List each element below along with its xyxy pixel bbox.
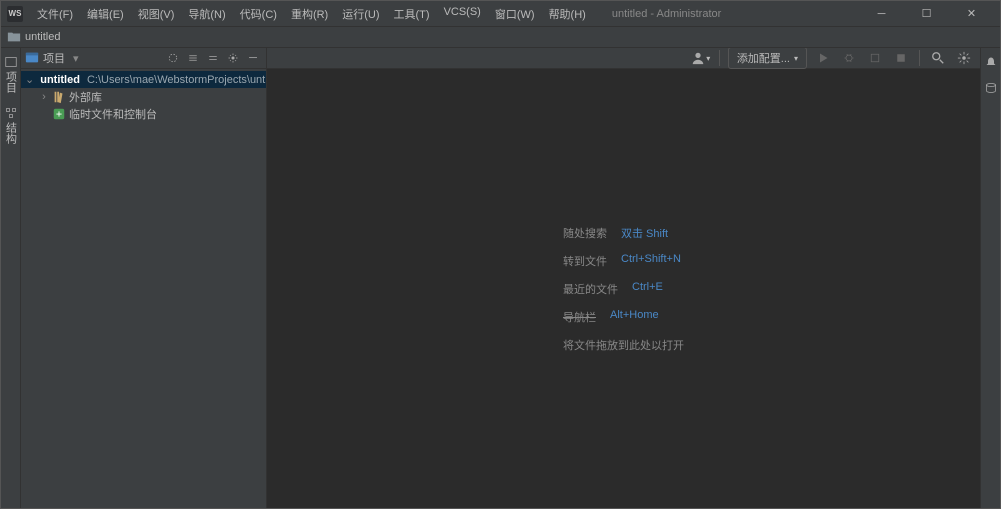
expand-all-button[interactable] xyxy=(184,49,202,67)
tree-root-label: untitled xyxy=(40,74,80,86)
breadcrumb-bar: untitled xyxy=(1,27,1000,48)
tree-node-label: 临时文件和控制台 xyxy=(69,106,157,122)
scratches-icon xyxy=(52,107,66,121)
project-panel: 项目 ▾ ─ ⌄ untitled C:\Users\mae\WebstormP… xyxy=(21,48,267,508)
run-config-selector[interactable]: 添加配置...▾ xyxy=(728,48,807,69)
hint-shortcut: Ctrl+Shift+N xyxy=(621,253,681,269)
select-opened-file-button[interactable] xyxy=(164,49,182,67)
gutter-tab-structure[interactable]: 结构 xyxy=(1,103,21,148)
search-everywhere-button[interactable] xyxy=(928,48,948,68)
toolbar-divider xyxy=(919,50,920,66)
tree-root-path: C:\Users\mae\WebstormProjects\untitled xyxy=(87,74,266,86)
toolbar-divider xyxy=(719,50,720,66)
folder-icon xyxy=(7,30,21,44)
menu-file[interactable]: 文件(F) xyxy=(31,3,79,25)
hint-goto-file: 转到文件 Ctrl+Shift+N xyxy=(563,253,684,269)
stop-button[interactable] xyxy=(891,48,911,68)
gutter-tab-database[interactable] xyxy=(983,78,999,98)
close-button[interactable]: ✕ xyxy=(949,1,994,27)
gutter-tab-project[interactable]: 项目 xyxy=(1,52,21,97)
maximize-button[interactable]: ☐ xyxy=(904,1,949,27)
hint-shortcut: Alt+Home xyxy=(610,309,659,325)
run-button[interactable] xyxy=(813,48,833,68)
menu-edit[interactable]: 编辑(E) xyxy=(81,3,130,25)
menu-run[interactable]: 运行(U) xyxy=(336,3,385,25)
left-tool-gutter: 项目 结构 xyxy=(1,48,21,508)
hint-recent-files: 最近的文件 Ctrl+E xyxy=(563,281,684,297)
library-icon xyxy=(52,90,66,104)
main-menu: 文件(F) 编辑(E) 视图(V) 导航(N) 代码(C) 重构(R) 运行(U… xyxy=(31,3,592,25)
app-logo: WS xyxy=(7,6,23,22)
hint-label: 最近的文件 xyxy=(563,281,618,297)
project-icon xyxy=(5,56,17,68)
menu-tools[interactable]: 工具(T) xyxy=(388,3,436,25)
menu-refactor[interactable]: 重构(R) xyxy=(285,3,334,25)
notifications-button[interactable] xyxy=(981,52,1001,72)
editor-area[interactable]: 随处搜索 双击 Shift 转到文件 Ctrl+Shift+N 最近的文件 Ct… xyxy=(267,69,980,508)
minimize-button[interactable]: ─ xyxy=(859,1,904,27)
tree-scratches[interactable]: 临时文件和控制台 xyxy=(21,105,266,122)
hint-navbar: 导航栏 Alt+Home xyxy=(563,309,684,325)
hint-drop-files: 将文件拖放到此处以打开 xyxy=(563,337,684,353)
hint-label: 导航栏 xyxy=(563,309,596,325)
hint-search-everywhere: 随处搜索 双击 Shift xyxy=(563,225,684,241)
chevron-right-icon[interactable]: › xyxy=(39,91,49,103)
title-bar: WS 文件(F) 编辑(E) 视图(V) 导航(N) 代码(C) 重构(R) 运… xyxy=(1,1,1000,27)
menu-code[interactable]: 代码(C) xyxy=(234,3,283,25)
run-with-coverage-button[interactable] xyxy=(865,48,885,68)
breadcrumb-project[interactable]: untitled xyxy=(25,31,60,43)
chevron-down-icon[interactable]: ⌄ xyxy=(25,73,34,86)
collapse-all-button[interactable] xyxy=(204,49,222,67)
menu-help[interactable]: 帮助(H) xyxy=(543,3,592,25)
project-tree[interactable]: ⌄ untitled C:\Users\mae\WebstormProjects… xyxy=(21,69,266,508)
hint-label: 转到文件 xyxy=(563,253,607,269)
debug-button[interactable] xyxy=(839,48,859,68)
project-panel-header: 项目 ▾ ─ xyxy=(21,48,266,69)
main-toolbar: ▾ 添加配置...▾ xyxy=(267,48,980,69)
hide-panel-button[interactable]: ─ xyxy=(244,49,262,67)
menu-view[interactable]: 视图(V) xyxy=(132,3,181,25)
window-title: untitled - Administrator xyxy=(612,8,721,20)
chevron-down-icon: ▾ xyxy=(73,52,79,65)
tree-external-libraries[interactable]: › 外部库 xyxy=(21,88,266,105)
tree-node-label: 外部库 xyxy=(69,89,102,105)
hint-shortcut: Ctrl+E xyxy=(632,281,663,297)
project-view-selector[interactable]: 项目 ▾ xyxy=(25,50,79,66)
tree-root-node[interactable]: ⌄ untitled C:\Users\mae\WebstormProjects… xyxy=(21,71,266,88)
panel-settings-button[interactable] xyxy=(224,49,242,67)
user-button[interactable]: ▾ xyxy=(691,48,711,68)
right-tool-gutter xyxy=(980,48,1000,508)
editor-hints: 随处搜索 双击 Shift 转到文件 Ctrl+Shift+N 最近的文件 Ct… xyxy=(563,225,684,353)
project-view-icon xyxy=(25,51,39,65)
ide-settings-button[interactable] xyxy=(954,48,974,68)
structure-icon xyxy=(5,107,17,119)
menu-navigate[interactable]: 导航(N) xyxy=(182,3,231,25)
hint-label: 将文件拖放到此处以打开 xyxy=(563,337,684,353)
menu-window[interactable]: 窗口(W) xyxy=(489,3,541,25)
hint-shortcut: 双击 Shift xyxy=(621,225,668,241)
menu-vcs[interactable]: VCS(S) xyxy=(438,3,487,25)
hint-label: 随处搜索 xyxy=(563,225,607,241)
project-panel-title: 项目 xyxy=(43,50,65,66)
